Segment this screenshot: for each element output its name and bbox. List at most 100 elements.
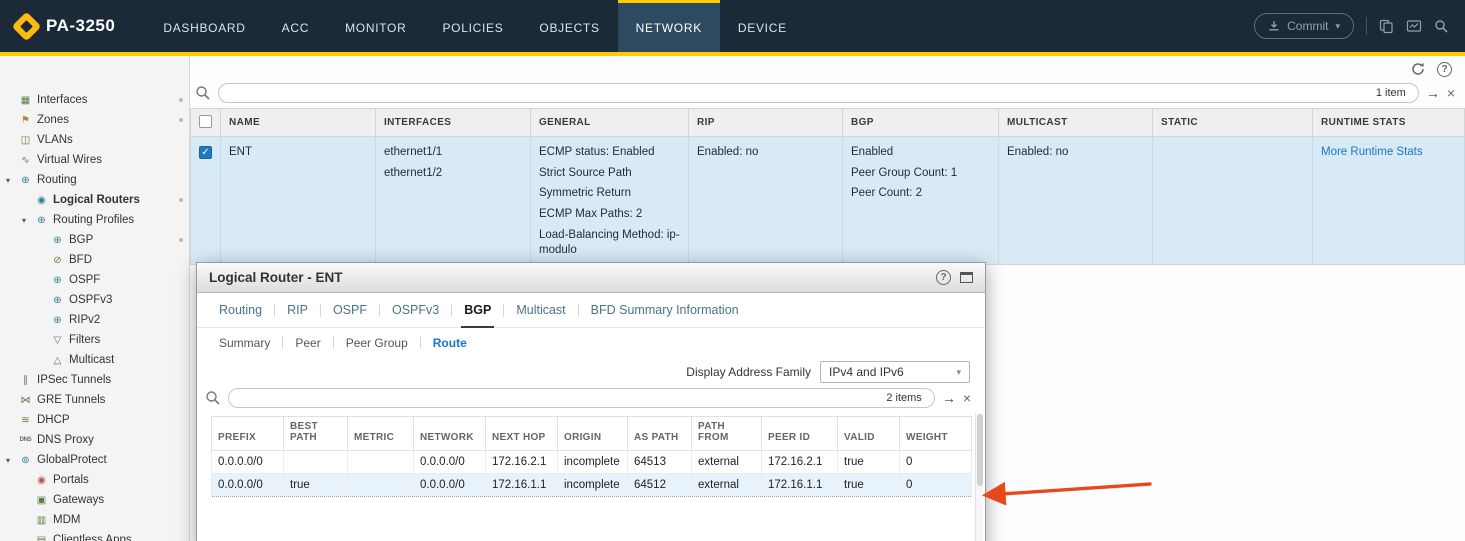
tab-ospfv3[interactable]: OSPFv3 <box>380 293 451 327</box>
tab-bfd-summary[interactable]: BFD Summary Information <box>579 293 751 327</box>
route-filter-bar: 2 items → × <box>197 388 985 412</box>
tab-ospf[interactable]: OSPF <box>321 293 379 327</box>
column-header[interactable]: METRIC <box>348 417 414 451</box>
dialog-maximize-icon[interactable] <box>960 272 973 283</box>
sidebar-item-ripv2[interactable]: ⊕RIPv2 <box>0 310 189 330</box>
ripv2-icon: ⊕ <box>50 315 65 326</box>
task-manager-icon[interactable] <box>1406 19 1422 33</box>
column-header[interactable]: PREFIX <box>212 417 284 451</box>
logical-routers-table: NAME INTERFACES GENERAL RIP BGP MULTICAS… <box>190 108 1465 265</box>
sidebar-item-portals[interactable]: ◉Portals <box>0 470 189 490</box>
main-nav: DASHBOARD ACC MONITOR POLICIES OBJECTS N… <box>145 0 804 52</box>
column-header[interactable]: GENERAL <box>531 109 689 137</box>
sidebar-item-interfaces[interactable]: ▦Interfaces <box>0 90 189 110</box>
sidebar-item-dhcp[interactable]: ≋DHCP <box>0 410 189 430</box>
chevron-down-icon[interactable]: ▾ <box>22 216 34 225</box>
column-header[interactable]: VALID <box>838 417 900 451</box>
sidebar-item-clientless-apps[interactable]: ▤Clientless Apps <box>0 530 189 541</box>
sidebar-item-ospfv3[interactable]: ⊕OSPFv3 <box>0 290 189 310</box>
sidebar-item-globalprotect[interactable]: ▾⊚GlobalProtect <box>0 450 189 470</box>
tab-rip[interactable]: RIP <box>275 293 320 327</box>
sidebar-item-vlans[interactable]: ◫VLANs <box>0 130 189 150</box>
subtab-peer-group[interactable]: Peer Group <box>334 336 420 350</box>
sidebar-item-dns-proxy[interactable]: DNSDNS Proxy <box>0 430 189 450</box>
tab-policies[interactable]: POLICIES <box>424 0 521 52</box>
column-header[interactable]: NAME <box>221 109 376 137</box>
search-icon <box>205 390 221 406</box>
apply-filter-icon[interactable]: → <box>942 391 956 405</box>
sidebar-item-virtual-wires[interactable]: ∿Virtual Wires <box>0 150 189 170</box>
sidebar-item-multicast[interactable]: △Multicast <box>0 350 189 370</box>
column-header[interactable]: NEXT HOP <box>486 417 558 451</box>
column-header[interactable]: WEIGHT <box>900 417 972 451</box>
tab-multicast[interactable]: Multicast <box>504 293 577 327</box>
subtab-route[interactable]: Route <box>421 336 479 350</box>
column-header[interactable]: MULTICAST <box>999 109 1153 137</box>
table-row[interactable]: ✓ ENT ethernet1/1 ethernet1/2 ECMP statu… <box>191 137 1465 265</box>
more-runtime-stats-link[interactable]: More Runtime Stats <box>1321 146 1423 158</box>
column-header[interactable]: RIP <box>689 109 843 137</box>
select-all-checkbox[interactable] <box>199 115 212 128</box>
chevron-down-icon[interactable]: ▾ <box>6 176 18 185</box>
page-utility-bar: ? <box>190 56 1465 82</box>
commit-label: Commit <box>1287 19 1328 33</box>
help-icon[interactable]: ? <box>1437 62 1452 77</box>
sidebar-item-routing-profiles[interactable]: ▾⊕Routing Profiles <box>0 210 189 230</box>
refresh-icon[interactable] <box>1410 61 1426 77</box>
sidebar-item-ipsec-tunnels[interactable]: ∥IPSec Tunnels <box>0 370 189 390</box>
tab-monitor[interactable]: MONITOR <box>327 0 424 52</box>
sidebar-item-zones[interactable]: ⚑Zones <box>0 110 189 130</box>
search-icon[interactable] <box>1434 19 1449 34</box>
tab-acc[interactable]: ACC <box>264 0 327 52</box>
chevron-down-icon[interactable]: ▾ <box>6 456 18 465</box>
sidebar-item-logical-routers[interactable]: ◉Logical Routers <box>0 190 189 210</box>
column-header[interactable]: NETWORK <box>414 417 486 451</box>
apply-filter-icon[interactable]: → <box>1426 86 1440 100</box>
sidebar-item-filters[interactable]: ▽Filters <box>0 330 189 350</box>
column-header[interactable]: STATIC <box>1153 109 1313 137</box>
routing-icon: ⊕ <box>18 175 33 186</box>
subtab-summary[interactable]: Summary <box>207 336 282 350</box>
clear-filter-icon[interactable]: × <box>963 391 971 405</box>
divider <box>1366 17 1367 35</box>
clear-filter-icon[interactable]: × <box>1447 86 1455 100</box>
sidebar-item-bgp[interactable]: ⊕BGP <box>0 230 189 250</box>
column-header[interactable]: PATH FROM <box>692 417 762 451</box>
column-header[interactable]: BGP <box>843 109 999 137</box>
tab-network[interactable]: NETWORK <box>618 0 720 52</box>
route-row[interactable]: 0.0.0.0/0 true 0.0.0.0/0 172.16.1.1 inco… <box>212 474 972 497</box>
dns-proxy-icon: DNS <box>18 437 33 443</box>
dialog-header[interactable]: Logical Router - ENT ? <box>197 263 985 293</box>
sidebar-item-ospf[interactable]: ⊕OSPF <box>0 270 189 290</box>
column-header[interactable]: RUNTIME STATS <box>1313 109 1465 137</box>
search-input[interactable]: 1 item <box>218 83 1419 103</box>
tab-objects[interactable]: OBJECTS <box>521 0 617 52</box>
row-checkbox[interactable]: ✓ <box>199 146 212 159</box>
column-header[interactable]: BEST PATH <box>284 417 348 451</box>
subtab-peer[interactable]: Peer <box>283 336 332 350</box>
column-header[interactable]: PEER ID <box>762 417 838 451</box>
address-family-select[interactable]: IPv4 and IPv6 ▾ <box>820 361 970 383</box>
tab-dashboard[interactable]: DASHBOARD <box>145 0 263 52</box>
vlans-icon: ◫ <box>18 135 33 146</box>
sidebar-item-bfd[interactable]: ⊘BFD <box>0 250 189 270</box>
commit-button[interactable]: Commit ▾ <box>1254 13 1354 39</box>
sidebar-item-mdm[interactable]: ▥MDM <box>0 510 189 530</box>
sidebar-item-gateways[interactable]: ▣Gateways <box>0 490 189 510</box>
router-rip: Enabled: no <box>689 137 843 265</box>
column-header[interactable]: INTERFACES <box>376 109 531 137</box>
tab-bgp[interactable]: BGP <box>452 293 503 327</box>
sidebar-item-routing[interactable]: ▾⊕Routing <box>0 170 189 190</box>
column-header[interactable]: ORIGIN <box>558 417 628 451</box>
tab-device[interactable]: DEVICE <box>720 0 805 52</box>
route-search-input[interactable]: 2 items <box>228 388 935 408</box>
route-row[interactable]: 0.0.0.0/0 0.0.0.0/0 172.16.2.1 incomplet… <box>212 451 972 474</box>
router-interfaces: ethernet1/1 ethernet1/2 <box>376 137 531 265</box>
tab-routing[interactable]: Routing <box>207 293 274 327</box>
save-config-icon[interactable] <box>1379 19 1394 34</box>
ospfv3-icon: ⊕ <box>50 295 65 306</box>
vertical-scrollbar[interactable] <box>975 413 983 541</box>
column-header[interactable]: AS PATH <box>628 417 692 451</box>
sidebar-item-gre-tunnels[interactable]: ⋈GRE Tunnels <box>0 390 189 410</box>
dialog-help-icon[interactable]: ? <box>936 270 951 285</box>
